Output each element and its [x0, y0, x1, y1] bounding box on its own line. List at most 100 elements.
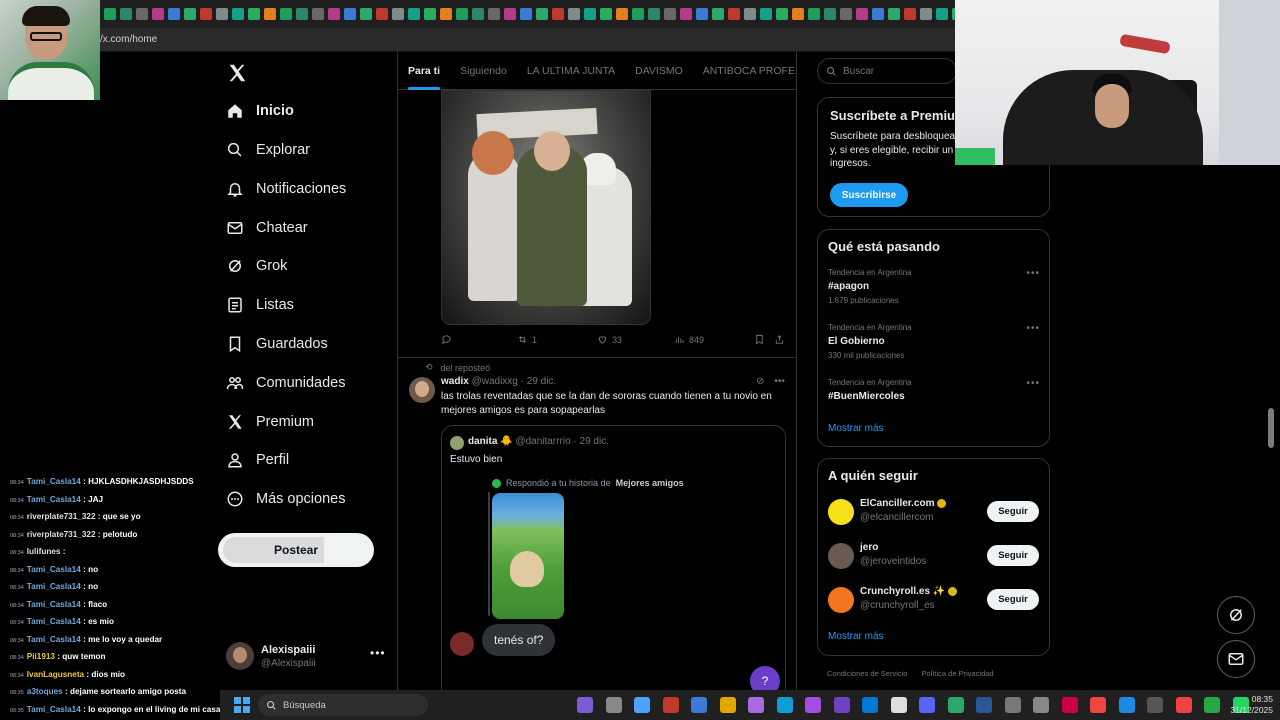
- taskbar-app-icon[interactable]: [605, 697, 622, 713]
- follow-suggestion[interactable]: ElCanciller.com @elcancillercom Seguir: [828, 497, 1043, 527]
- taskbar-app-icon[interactable]: [662, 697, 679, 713]
- grok-icon[interactable]: ⊘: [756, 376, 764, 387]
- chat-username[interactable]: riverplate731_322: [27, 530, 96, 539]
- browser-tab-favicon-icon[interactable]: [344, 8, 356, 20]
- browser-tab-favicon-icon[interactable]: [424, 8, 436, 20]
- taskbar-app-icon[interactable]: [1204, 697, 1220, 713]
- browser-tab-favicon-icon[interactable]: [600, 8, 612, 20]
- browser-tab-favicon-icon[interactable]: [184, 8, 196, 20]
- trend-item[interactable]: Tendencia en Argentina #apagon 1.679 publi…: [828, 268, 1040, 310]
- browser-tab-favicon-icon[interactable]: [328, 8, 340, 20]
- browser-tab-favicon-icon[interactable]: [552, 8, 564, 20]
- sidebar-item-inicio[interactable]: Inicio: [226, 96, 294, 126]
- taskbar-app-icon[interactable]: [1004, 697, 1021, 713]
- browser-tab-favicon-icon[interactable]: [776, 8, 788, 20]
- chat-username[interactable]: riverplate731_322: [27, 512, 96, 521]
- taskbar-app-icon[interactable]: [1147, 697, 1163, 713]
- browser-tab-favicon-icon[interactable]: [760, 8, 772, 20]
- taskbar-app-icon[interactable]: [805, 697, 821, 713]
- chat-username[interactable]: Tami_Casla14: [27, 495, 81, 504]
- browser-tab-favicon-icon[interactable]: [904, 8, 916, 20]
- sidebar-item-guardados[interactable]: Guardados: [226, 329, 328, 359]
- browser-tab-favicon-icon[interactable]: [792, 8, 804, 20]
- taskbar-app-icon[interactable]: [947, 697, 964, 713]
- taskbar-app-icon[interactable]: [634, 697, 650, 713]
- browser-tab-favicon-icon[interactable]: [280, 8, 292, 20]
- like-button[interactable]: 33: [597, 334, 622, 345]
- share-button[interactable]: [774, 334, 785, 345]
- taskbar-app-icon[interactable]: [833, 697, 850, 713]
- browser-tab-favicon-icon[interactable]: [488, 8, 500, 20]
- more-icon[interactable]: •••: [1026, 378, 1040, 389]
- taskbar-app-icon[interactable]: [748, 697, 764, 713]
- sidebar-item-chatear[interactable]: Chatear: [226, 213, 308, 243]
- tab-siguiendo[interactable]: Siguiendo: [450, 52, 517, 90]
- browser-tab-favicon-icon[interactable]: [680, 8, 692, 20]
- browser-tab-favicon-icon[interactable]: [168, 8, 180, 20]
- tab-antiboca-profesi[interactable]: ANTIBOCA PROFESI: [693, 52, 796, 90]
- browser-tab-favicon-icon[interactable]: [392, 8, 404, 20]
- sidebar-item-explorar[interactable]: Explorar: [226, 135, 310, 165]
- chat-username[interactable]: lulifunes: [27, 547, 61, 556]
- chat-username[interactable]: Pii1913: [27, 652, 55, 661]
- taskbar-app-icon[interactable]: [1033, 697, 1049, 713]
- browser-tab-favicon-icon[interactable]: [936, 8, 948, 20]
- browser-tab-favicon-icon[interactable]: [456, 8, 468, 20]
- browser-tab-favicon-icon[interactable]: [728, 8, 740, 20]
- system-clock[interactable]: 08:35 31/12/2025: [1223, 694, 1273, 716]
- taskbar-app-icon[interactable]: [719, 697, 736, 713]
- more-icon[interactable]: •••: [774, 376, 785, 387]
- search-input[interactable]: Buscar: [817, 58, 957, 84]
- sidebar-item-listas[interactable]: Listas: [226, 290, 294, 320]
- sidebar-item-grok[interactable]: Grok: [226, 251, 287, 281]
- browser-tab-favicon-icon[interactable]: [120, 8, 132, 20]
- sidebar-item-premium[interactable]: Premium: [226, 407, 314, 437]
- follow-button[interactable]: Seguir: [987, 545, 1039, 566]
- trend-item[interactable]: Tendencia en Argentina #BuenMiercoles •••: [828, 378, 1040, 420]
- taskbar-app-icon[interactable]: [1061, 697, 1078, 713]
- repost-button[interactable]: 1: [517, 334, 537, 345]
- footer-link[interactable]: Condiciones de Servicio: [827, 669, 907, 678]
- browser-tab-favicon-icon[interactable]: [520, 8, 532, 20]
- quoted-tweet[interactable]: danita 🐥 @danitarrrio · 29 dic. Estuvo b…: [441, 425, 786, 692]
- browser-tab-favicon-icon[interactable]: [504, 8, 516, 20]
- tweet-author-name[interactable]: wadix: [441, 376, 469, 387]
- chat-username[interactable]: Tami_Casla14: [27, 477, 81, 486]
- messages-button[interactable]: [1217, 640, 1255, 678]
- browser-tab-favicon-icon[interactable]: [840, 8, 852, 20]
- help-button[interactable]: ?: [750, 666, 780, 692]
- browser-tab-favicon-icon[interactable]: [664, 8, 676, 20]
- browser-tab-favicon-icon[interactable]: [920, 8, 932, 20]
- browser-tab-favicon-icon[interactable]: [440, 8, 452, 20]
- page-scrollbar[interactable]: [1268, 408, 1274, 448]
- trends-show-more[interactable]: Mostrar más: [828, 423, 884, 434]
- chat-username[interactable]: a3toques: [27, 687, 63, 696]
- browser-tab-favicon-icon[interactable]: [536, 8, 548, 20]
- sidebar-item-m-s-opciones[interactable]: Más opciones: [226, 484, 345, 514]
- account-switcher[interactable]: Alexispaiii @Alexispaiii •••: [226, 640, 386, 674]
- windows-start-icon[interactable]: [234, 697, 250, 713]
- browser-tab-favicon-icon[interactable]: [584, 8, 596, 20]
- browser-tab-favicon-icon[interactable]: [712, 8, 724, 20]
- browser-tab-favicon-icon[interactable]: [888, 8, 900, 20]
- grok-button[interactable]: [1217, 596, 1255, 634]
- chat-username[interactable]: Tami_Casla14: [27, 600, 81, 609]
- taskbar-app-icon[interactable]: [691, 697, 707, 713]
- browser-tab-favicon-icon[interactable]: [824, 8, 836, 20]
- bookmark-button[interactable]: [754, 334, 765, 345]
- browser-tab-favicon-icon[interactable]: [136, 8, 148, 20]
- taskbar-app-icon[interactable]: [976, 697, 992, 713]
- taskbar-app-icon[interactable]: [776, 697, 793, 713]
- tab-davismo[interactable]: DAVISMO: [625, 52, 693, 90]
- taskbar-app-icon[interactable]: [1175, 697, 1192, 713]
- subscribe-button[interactable]: Suscribirse: [830, 183, 908, 207]
- reply-button[interactable]: [441, 334, 452, 345]
- tweet-author-handle[interactable]: @wadixxg · 29 dic.: [472, 376, 557, 387]
- taskbar-app-icon[interactable]: [1090, 697, 1106, 713]
- sidebar-item-notificaciones[interactable]: Notificaciones: [226, 174, 346, 204]
- taskbar-app-icon[interactable]: [1118, 697, 1135, 713]
- browser-tab-favicon-icon[interactable]: [808, 8, 820, 20]
- browser-tab-favicon-icon[interactable]: [200, 8, 212, 20]
- browser-tab-favicon-icon[interactable]: [632, 8, 644, 20]
- more-icon[interactable]: •••: [1026, 268, 1040, 279]
